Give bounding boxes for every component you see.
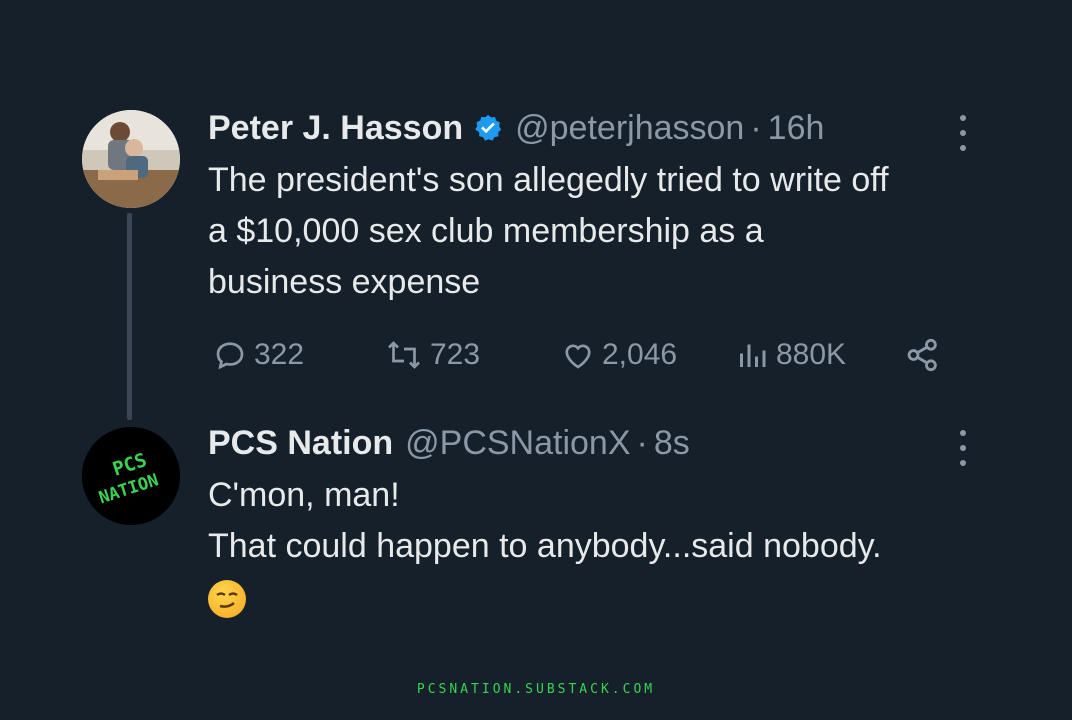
reply-count: 322 [254,338,305,371]
timestamp[interactable]: 8s [654,424,690,463]
separator-dot: · [750,108,762,147]
thread-line [127,213,132,420]
repost-icon [388,341,420,369]
tweet-text: The president's son allegedly tried to w… [208,155,1008,308]
tweet-text: C'mon, man! That could happen to anybody… [208,470,1008,623]
avatar[interactable] [82,110,180,208]
tweet-text-line: That could happen to anybody...said nobo… [208,527,882,565]
more-options-icon[interactable] [958,430,968,466]
reply-button[interactable]: 322 [212,333,304,377]
action-bar: 322 723 2,046 880K [212,333,952,377]
tweet-header: Peter J. Hasson @peterjhasson · 16h [208,105,972,151]
repost-count: 723 [430,338,481,371]
tweet-text-line: a $10,000 sex club membership as a [208,212,764,250]
analytics-icon [740,344,766,367]
share-button[interactable] [904,333,948,377]
tweet-text-line [208,572,1008,623]
tweet-text-line: C'mon, man! [208,476,400,514]
avatar-photo [82,110,180,208]
pcs-nation-logo: PCS NATION [82,427,180,525]
verified-badge-icon [475,114,502,141]
tweet-text-line: business expense [208,263,481,301]
view-count: 880K [776,338,847,371]
heart-icon [565,344,591,369]
reply-icon [216,342,244,370]
like-count: 2,046 [602,338,678,371]
more-options-icon[interactable] [958,115,968,151]
avatar[interactable]: PCS NATION [82,427,180,525]
display-name[interactable]: PCS Nation [208,424,393,463]
tweet-text-line: The president's son allegedly tried to w… [208,161,889,199]
handle[interactable]: @peterjhasson [515,109,744,148]
timestamp[interactable]: 16h [768,109,825,148]
repost-button[interactable]: 723 [384,333,480,377]
tweet-header: PCS Nation @PCSNationX · 8s [208,420,972,466]
handle[interactable]: @PCSNationX [405,424,630,463]
share-icon [907,338,937,372]
smirking-face-emoji-icon [208,580,246,619]
footer-watermark: PCSNATION.SUBSTACK.COM [416,682,656,697]
like-button[interactable]: 2,046 [560,333,677,377]
views-button[interactable]: 880K [734,333,846,377]
display-name[interactable]: Peter J. Hasson [208,109,463,148]
separator-dot: · [636,423,648,462]
